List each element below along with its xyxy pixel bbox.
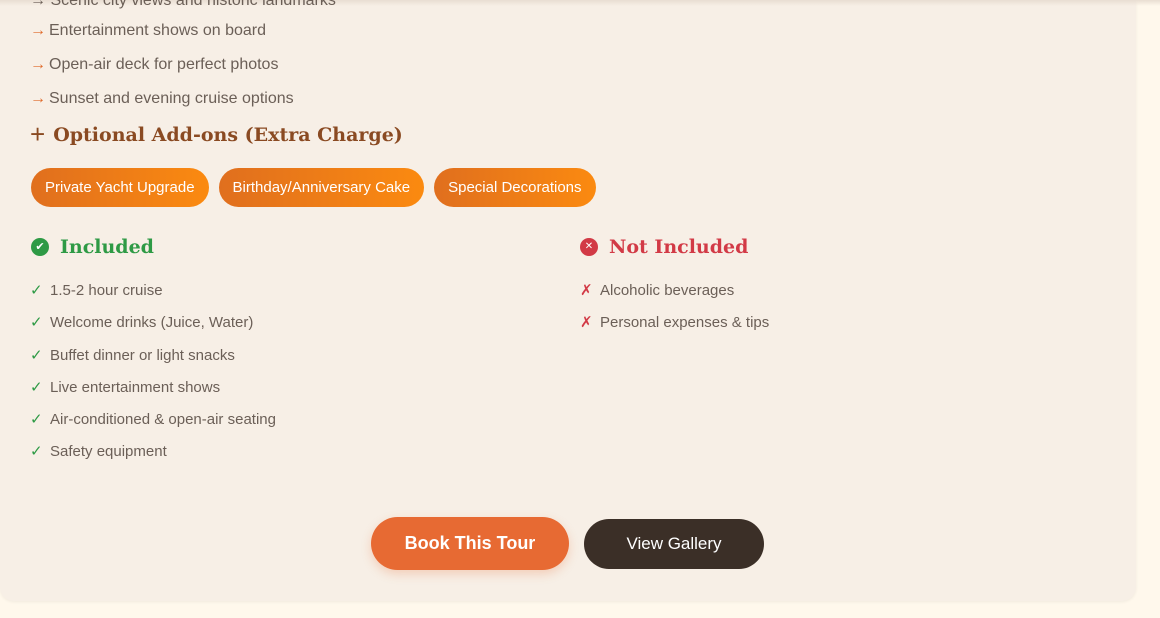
highlight-label: Entertainment shows on board (49, 22, 267, 39)
included-item-label: Welcome drinks (Juice, Water) (50, 314, 254, 332)
included-item: ✓ Air-conditioned & open-air seating (30, 408, 276, 440)
highlight-label: Sunset and evening cruise options (49, 90, 294, 107)
check-icon: ✓ (30, 345, 43, 364)
not-included-item-label: Personal expenses & tips (600, 314, 770, 332)
not-included-list: ✗ Alcoholic beverages ✗ Personal expenses … (580, 279, 769, 344)
included-item: ✓ Buffet dinner or light snacks (30, 344, 276, 376)
highlight-item: → Sunset and evening cruise options (30, 88, 294, 122)
arrow-right-icon: → (30, 56, 46, 73)
included-heading-text: Included (60, 236, 154, 258)
view-gallery-button[interactable]: View Gallery (584, 519, 764, 569)
not-included-heading: ✕ Not Included (580, 236, 748, 258)
not-included-item-label: Alcoholic beverages (600, 282, 735, 299)
check-circle-icon: ✔ (31, 238, 49, 256)
check-icon: ✓ (30, 281, 43, 299)
check-icon: ✓ (30, 313, 43, 332)
check-icon: ✓ (30, 442, 43, 461)
arrow-right-icon: → (30, 22, 46, 39)
included-heading: ✔ Included (31, 236, 154, 258)
not-included-heading-text: Not Included (609, 236, 749, 258)
cross-icon: ✗ (580, 313, 593, 332)
feature-item-partial: → Scenic city views and historic landmar… (30, 0, 336, 9)
arrow-right-icon: → (30, 90, 46, 107)
addons-heading-text: Optional Add-ons (Extra Charge) (53, 124, 403, 146)
addons-heading: + Optional Add-ons (Extra Charge) (30, 119, 403, 149)
addon-birthday-anniversary-cake[interactable]: Birthday/Anniversary Cake (218, 168, 425, 207)
included-item: ✓ Welcome drinks (Juice, Water) (30, 311, 276, 343)
addon-special-decorations[interactable]: Special Decorations (434, 168, 596, 207)
included-item-label: Air-conditioned & open-air seating (50, 411, 276, 429)
highlight-item: → Open-air deck for perfect photos (30, 54, 294, 88)
check-icon: ✓ (30, 410, 43, 429)
check-icon: ✓ (30, 377, 43, 396)
included-item: ✓ 1.5-2 hour cruise (30, 279, 276, 311)
included-item-label: Live entertainment shows (50, 378, 221, 396)
highlight-item: → Entertainment shows on board (30, 20, 294, 54)
included-item: ✓ Live entertainment shows (30, 376, 276, 408)
addon-options: Private Yacht Upgrade Birthday/Anniversa… (31, 168, 596, 207)
highlights-list: → Entertainment shows on board → Open-air … (30, 20, 294, 122)
plus-icon: + (30, 119, 46, 149)
included-item-label: 1.5-2 hour cruise (50, 282, 163, 299)
included-item-label: Buffet dinner or light snacks (50, 346, 235, 364)
not-included-item: ✗ Personal expenses & tips (580, 311, 769, 343)
addon-private-yacht-upgrade[interactable]: Private Yacht Upgrade (31, 168, 209, 207)
cross-icon: ✗ (580, 281, 593, 299)
x-circle-icon: ✕ (580, 238, 598, 256)
not-included-item: ✗ Alcoholic beverages (580, 279, 769, 311)
highlight-label: Open-air deck for perfect photos (49, 56, 279, 73)
book-tour-button[interactable]: Book This Tour (371, 517, 569, 570)
included-list: ✓ 1.5-2 hour cruise ✓ Welcome drinks (Juic… (30, 279, 276, 473)
included-item: ✓ Safety equipment (30, 440, 276, 472)
included-item-label: Safety equipment (50, 443, 167, 461)
